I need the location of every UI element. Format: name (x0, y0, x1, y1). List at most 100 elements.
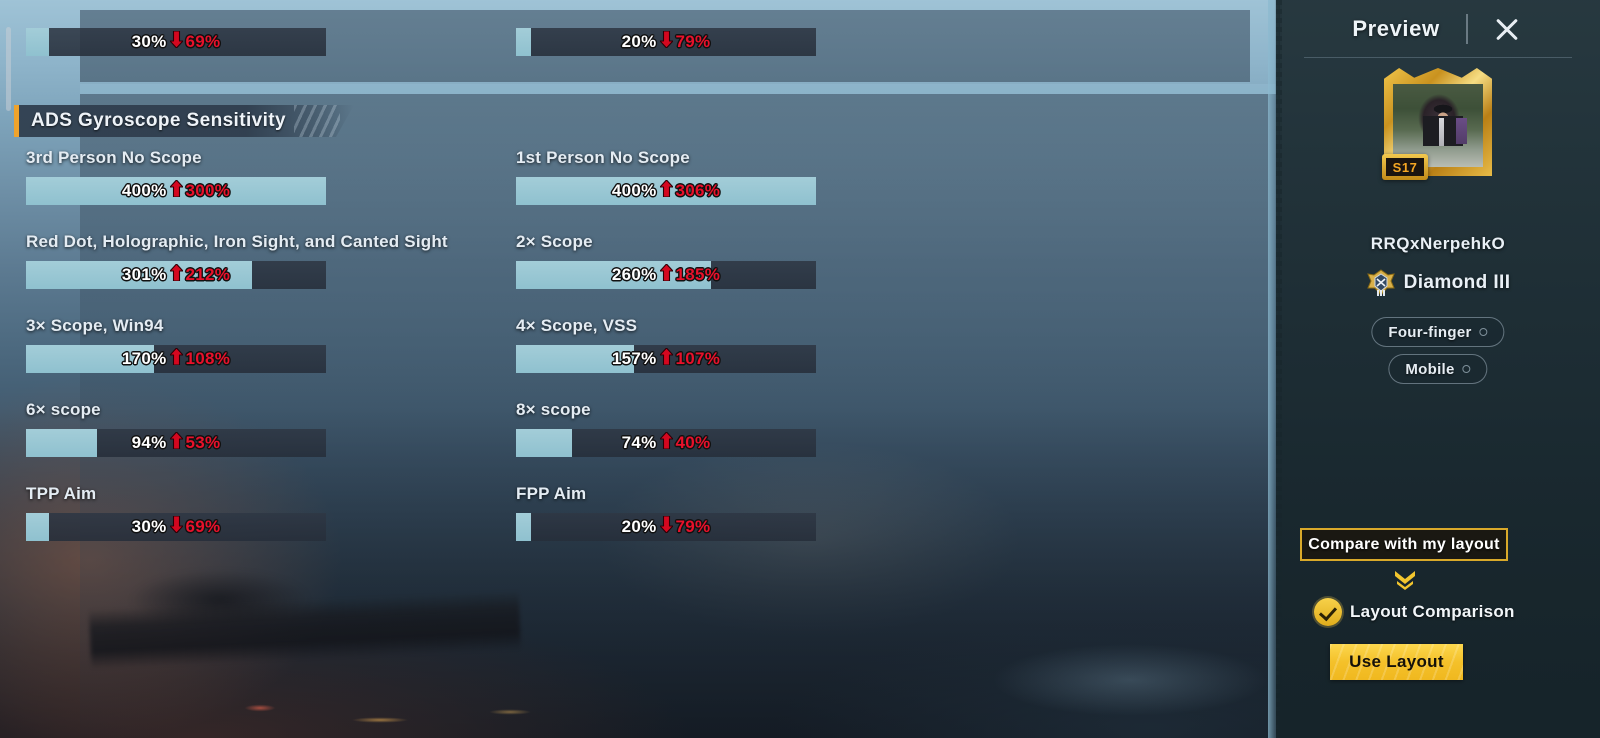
slider-value: 400% (121, 181, 167, 200)
scrollbar-thumb[interactable] (6, 27, 11, 111)
slider-value-group: 301% 212% (26, 261, 326, 289)
season-badge-inner: S17 (1386, 158, 1424, 176)
slider-value-group: 30% 69% (26, 28, 326, 56)
use-layout-label: Use Layout (1349, 652, 1444, 671)
arrow-down-icon (169, 31, 184, 53)
slider-cell: 3× Scope, Win94 170% 108% (26, 316, 326, 373)
slider-value: 301% (121, 265, 167, 284)
season-badge-label: S17 (1392, 159, 1418, 175)
slider-row: 3rd Person No Scope 400% 300% 1st Person No… (26, 148, 1166, 205)
header-separator (1465, 14, 1468, 44)
slider-label: Red Dot, Holographic, Iron Sight, and Ca… (26, 232, 448, 251)
arrow-down-icon (169, 516, 184, 538)
slider-value-group: 30% 69% (26, 513, 326, 541)
slider-label: 6× scope (26, 400, 101, 419)
sensitivity-slider[interactable]: 30% 69% (26, 513, 326, 541)
slider-cell: TPP Aim 30% 69% (26, 484, 326, 541)
app-root: 30% 69% 20% 79% ADS Gyroscope Sensitivity … (0, 0, 1600, 738)
layout-comparison-row[interactable]: Layout Comparison (1314, 598, 1515, 626)
slider-label: 2× Scope (516, 232, 593, 251)
slider-value: 260% (611, 265, 657, 284)
sidebar-header-rule (1304, 57, 1572, 58)
slider-rows: 3rd Person No Scope 400% 300% 1st Person No… (26, 148, 1166, 541)
sensitivity-slider[interactable]: 400% 300% (26, 177, 326, 205)
tag-indicator-dot (1479, 328, 1488, 336)
slider-delta: 40% (675, 433, 711, 452)
avatar[interactable]: S17 (1382, 68, 1492, 180)
use-layout-button[interactable]: Use Layout (1330, 644, 1463, 680)
layout-comparison-label: Layout Comparison (1350, 602, 1515, 621)
slider-cell: FPP Aim 20% 79% (516, 484, 816, 541)
slider-delta: 300% (185, 181, 231, 200)
slider-delta: 79% (675, 517, 711, 536)
sensitivity-slider[interactable]: 301% 212% (26, 261, 326, 289)
slider-label: FPP Aim (516, 484, 587, 503)
tag-four-finger-label: Four-finger (1388, 323, 1472, 341)
slider-row: 6× scope 94% 53% 8× scope 74% 40% (26, 400, 1166, 457)
slider-value: 157% (611, 349, 657, 368)
close-icon[interactable] (1490, 12, 1524, 46)
arrow-up-icon (659, 264, 674, 286)
tag-four-finger[interactable]: Four-finger (1371, 317, 1505, 347)
slider-value: 94% (131, 433, 167, 452)
chevron-down-icon (1393, 570, 1417, 590)
rank-badge-icon (1366, 268, 1396, 298)
slider-cell: 3rd Person No Scope 400% 300% (26, 148, 326, 205)
slider-delta: 212% (185, 265, 231, 284)
sensitivity-slider[interactable]: 94% 53% (26, 429, 326, 457)
slider-label: TPP Aim (26, 484, 97, 503)
sensitivity-slider[interactable]: 260% 185% (516, 261, 816, 289)
slider-delta: 108% (185, 349, 231, 368)
slider-value-group: 157% 107% (516, 345, 816, 373)
sensitivity-slider[interactable]: 20% 79% (516, 28, 816, 56)
slider-value-group: 170% 108% (26, 345, 326, 373)
section-header: ADS Gyroscope Sensitivity (14, 105, 354, 137)
sensitivity-slider[interactable]: 30% 69% (26, 28, 326, 56)
slider-value: 30% (131, 32, 167, 51)
top-partial-slider-right[interactable]: 20% 79% (516, 28, 816, 56)
check-icon (1314, 598, 1342, 626)
section-plate: ADS Gyroscope Sensitivity (19, 105, 354, 137)
sensitivity-slider[interactable]: 157% 107% (516, 345, 816, 373)
rank-label: Diamond III (1403, 272, 1511, 293)
season-badge: S17 (1382, 154, 1428, 180)
slider-value: 170% (121, 349, 167, 368)
sensitivity-slider[interactable]: 20% 79% (516, 513, 816, 541)
slider-value-group: 20% 79% (516, 28, 816, 56)
slider-delta: 107% (675, 349, 721, 368)
slider-cell: 2× Scope 260% 185% (516, 232, 816, 289)
tag-mobile[interactable]: Mobile (1388, 354, 1488, 384)
sidebar-header: Preview (1276, 0, 1600, 58)
section-accent-bar (14, 105, 19, 137)
avatar-character (1423, 102, 1467, 162)
slider-value-group: 260% 185% (516, 261, 816, 289)
tag-indicator-dot (1462, 365, 1471, 373)
sensitivity-slider[interactable]: 74% 40% (516, 429, 816, 457)
arrow-up-icon (659, 180, 674, 202)
arrow-up-icon (169, 432, 184, 454)
slider-cell: 4× Scope, VSS 157% 107% (516, 316, 816, 373)
sidebar-title: Preview (1352, 16, 1440, 41)
arrow-down-icon (659, 31, 674, 53)
rank-row: Diamond III (1276, 268, 1600, 298)
slider-value-group: 20% 79% (516, 513, 816, 541)
slider-delta: 79% (675, 32, 711, 51)
compare-with-my-layout-button[interactable]: Compare with my layout (1300, 528, 1508, 561)
slider-delta: 53% (185, 433, 221, 452)
sensitivity-slider[interactable]: 170% 108% (26, 345, 326, 373)
slider-value: 20% (621, 32, 657, 51)
slider-delta: 69% (185, 32, 221, 51)
slider-row: 3× Scope, Win94 170% 108% 4× Scope, VSS 157%… (26, 316, 1166, 373)
slider-value: 30% (131, 517, 167, 536)
arrow-up-icon (169, 264, 184, 286)
slider-cell: Red Dot, Holographic, Iron Sight, and Ca… (26, 232, 448, 289)
slider-value: 20% (621, 517, 657, 536)
slider-delta: 185% (675, 265, 721, 284)
slider-label: 3rd Person No Scope (26, 148, 202, 167)
slider-row: TPP Aim 30% 69% FPP Aim 20% 79% (26, 484, 1166, 541)
top-partial-slider-left[interactable]: 30% 69% (26, 28, 326, 56)
slider-value-group: 74% 40% (516, 429, 816, 457)
slider-value-group: 400% 306% (516, 177, 816, 205)
arrow-up-icon (169, 348, 184, 370)
sensitivity-slider[interactable]: 400% 306% (516, 177, 816, 205)
